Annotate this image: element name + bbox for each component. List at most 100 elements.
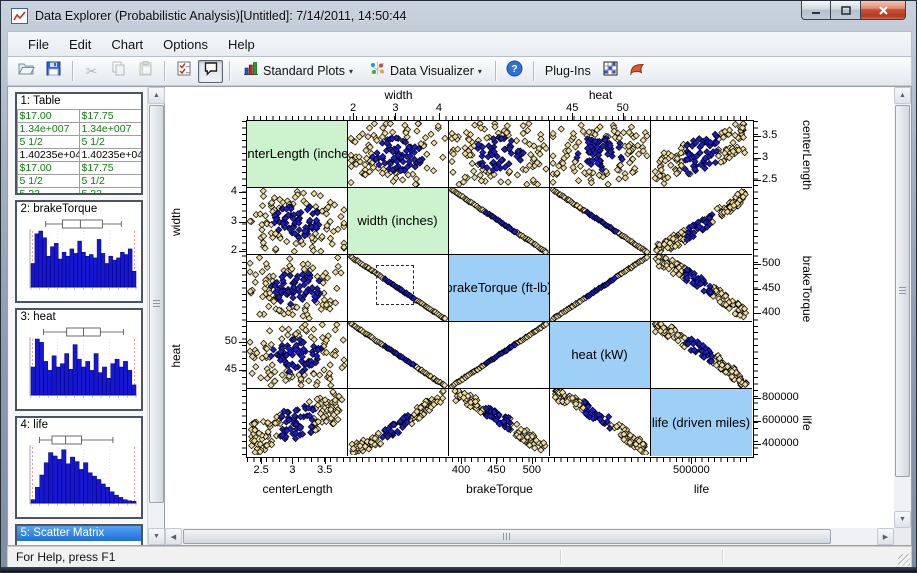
scatter-cell-width-vs-life[interactable] (651, 188, 752, 255)
gallery-item-3[interactable]: 3: heat (15, 308, 143, 411)
histogram-thumbnail (17, 433, 141, 517)
grid-plugin-icon (603, 61, 618, 81)
scatter-cell-brakeTorque-vs-life[interactable] (651, 255, 752, 322)
axis-label-bottom-life: life (694, 482, 709, 496)
scatter-cell-width-vs-brakeTorque[interactable] (449, 188, 550, 255)
tick-label: 4 (207, 185, 237, 197)
scatter-cell-heat-vs-centerLength[interactable] (247, 322, 348, 389)
scatter-cell-heat-vs-life[interactable] (651, 322, 752, 389)
open-button[interactable] (14, 60, 39, 83)
scatter-cell-centerLength-vs-heat[interactable] (550, 121, 651, 188)
toolbar-separator (164, 61, 165, 81)
menu-item-options[interactable]: Options (153, 34, 218, 55)
tick-label: 50 (207, 335, 237, 347)
scrollbar-thumb[interactable] (183, 529, 831, 544)
gallery-item-2[interactable]: 2: brakeTorque (15, 200, 143, 303)
tick-label: 400 (762, 306, 780, 318)
horizontal-scrollbar[interactable]: ◀ ▶ (165, 528, 894, 545)
maximize-button[interactable] (831, 1, 860, 20)
copy-button[interactable] (106, 60, 131, 83)
tick-label: 3.5 (762, 129, 777, 141)
minor-ticks (247, 116, 752, 120)
scatter-cell-brakeTorque-vs-centerLength[interactable] (247, 255, 348, 322)
toolbar: ✂ Standard Plots ▾ Data Visualizer ▾ ? (7, 57, 912, 86)
variable-label: life (driven miles) (651, 389, 752, 456)
scroll-up-arrow[interactable]: ▲ (894, 87, 911, 104)
title-bar[interactable]: Data Explorer (Probabilistic Analysis)[U… (1, 1, 916, 31)
variable-label: heat (kW) (550, 322, 650, 388)
toolbar-separator (495, 61, 496, 81)
selection-rectangle[interactable] (376, 265, 414, 305)
scroll-up-arrow[interactable]: ▲ (148, 87, 165, 104)
status-bar: For Help, press F1 (7, 546, 912, 568)
tick-label: 800000 (762, 391, 799, 403)
scatter-cell-brakeTorque-vs-heat[interactable] (550, 255, 651, 322)
plugin-grid-button[interactable] (598, 60, 623, 83)
diagonal-cell-heat: heat (kW) (550, 322, 651, 389)
scatter-cell-life-vs-heat[interactable] (550, 389, 651, 456)
major-tick (532, 457, 533, 464)
save-button[interactable] (41, 60, 66, 83)
major-tick (261, 457, 262, 464)
main-plot-area: centerLength (inches)width (inches)brake… (165, 86, 912, 546)
scatter-cell-life-vs-centerLength[interactable] (247, 389, 348, 456)
menu-item-help[interactable]: Help (218, 34, 265, 55)
app-chart-icon (11, 8, 28, 24)
scatter-cell-centerLength-vs-life[interactable] (651, 121, 752, 188)
mini-table-cell: 5.23 (79, 188, 141, 196)
major-tick (753, 289, 761, 290)
minor-ticks (242, 121, 246, 456)
menu-item-chart[interactable]: Chart (101, 34, 153, 55)
scroll-down-arrow[interactable]: ▼ (894, 511, 911, 528)
data-visualizer-dropdown[interactable]: Data Visualizer ▾ (362, 60, 489, 83)
scroll-left-arrow[interactable]: ◀ (165, 528, 182, 545)
scroll-right-arrow[interactable]: ▶ (877, 528, 894, 545)
scatter-cell-heat-vs-brakeTorque[interactable] (449, 322, 550, 389)
plugin-flag-button[interactable] (625, 60, 650, 83)
mini-table-cell: 1.40235e+041 (79, 149, 141, 162)
gallery-item-title: 1: Table (17, 94, 141, 109)
scatter-cell-life-vs-brakeTorque[interactable] (449, 389, 550, 456)
menu-item-edit[interactable]: Edit (59, 34, 101, 55)
scatter-cell-width-vs-heat[interactable] (550, 188, 651, 255)
status-divider (560, 550, 561, 564)
gallery-item-5[interactable]: 5: Scatter Matrix (15, 524, 143, 545)
menu-item-file[interactable]: File (18, 34, 59, 55)
cut-button[interactable]: ✂ (79, 60, 104, 83)
scatter-cell-width-vs-centerLength[interactable] (247, 188, 348, 255)
scatter-cell-brakeTorque-vs-width[interactable] (348, 255, 449, 322)
diagonal-cell-width: width (inches) (348, 188, 449, 255)
mini-table-cell: 5 1/2 (79, 175, 141, 188)
comment-button[interactable] (198, 60, 223, 83)
paste-button[interactable] (133, 60, 158, 83)
major-tick (292, 457, 293, 464)
scrollbar-thumb[interactable] (149, 105, 164, 503)
scatter-cell-heat-vs-width[interactable] (348, 322, 449, 389)
close-button[interactable] (860, 1, 906, 20)
tick-label: 450 (762, 282, 780, 294)
checklist-button[interactable] (171, 60, 196, 83)
scatter-cell-centerLength-vs-brakeTorque[interactable] (449, 121, 550, 188)
help-button[interactable]: ? (502, 60, 527, 83)
gallery-item-1[interactable]: 1: Table$17.00$17.751.34e+0071.34e+0075 … (15, 92, 143, 195)
scrollbar-thumb[interactable] (895, 105, 910, 477)
copy-icon (111, 61, 126, 81)
status-divider (722, 550, 723, 564)
mini-table-cell: 5.23 (17, 188, 79, 196)
app-window: Data Explorer (Probabilistic Analysis)[U… (0, 0, 917, 573)
gallery-item-4[interactable]: 4: life (15, 416, 143, 519)
mini-table-cell: $17.00 (17, 110, 79, 123)
sidebar-scrollbar[interactable]: ▲ ▼ (147, 87, 164, 545)
scroll-down-arrow[interactable]: ▼ (148, 528, 165, 545)
major-tick (239, 342, 247, 343)
resize-grip[interactable] (898, 554, 910, 566)
standard-plots-dropdown[interactable]: Standard Plots ▾ (236, 60, 360, 83)
scatter-cell-centerLength-vs-width[interactable] (348, 121, 449, 188)
diagonal-cell-brakeTorque: brakeTorque (ft-lb) (449, 255, 550, 322)
major-tick (461, 457, 462, 464)
minimize-button[interactable] (801, 1, 831, 20)
vertical-scrollbar[interactable]: ▲ ▼ (894, 87, 911, 528)
scatter-cell-life-vs-width[interactable] (348, 389, 449, 456)
major-tick (395, 113, 396, 121)
axis-label-top-width: width (384, 88, 412, 102)
